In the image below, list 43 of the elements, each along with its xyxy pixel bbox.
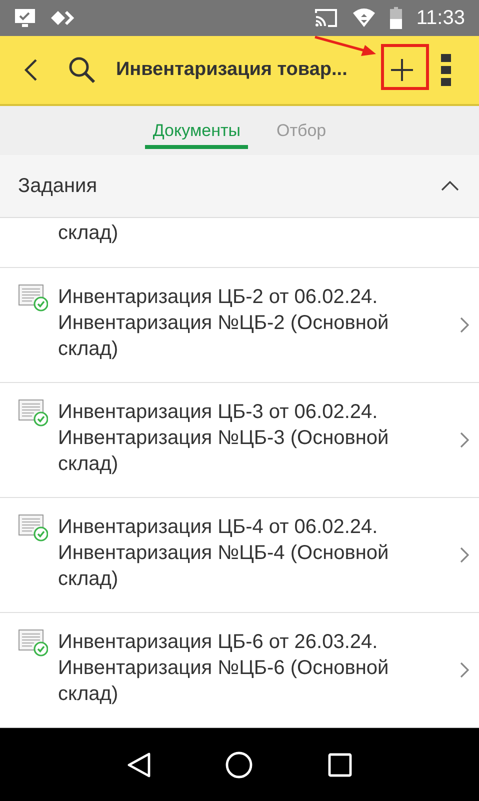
clock: 11:33 <box>416 6 465 30</box>
item-text: Инвентаризация №ЦБ-6 (Основной <box>58 656 390 681</box>
item-text: Инвентаризация ЦБ-4 от 06.02.24. <box>58 515 379 540</box>
plus-icon <box>390 58 414 82</box>
list-item[interactable]: Инвентаризация ЦБ-4 от 06.02.24. Инвентаризация №ЦБ-4 (Основной склад) <box>0 498 479 613</box>
item-text: Инвентаризация ЦБ-3 от 06.02.24. <box>58 400 379 425</box>
chevron-right-icon <box>460 432 469 448</box>
back-nav-icon[interactable] <box>127 752 152 778</box>
item-text: склад) <box>58 682 120 707</box>
wifi-icon <box>352 8 376 28</box>
chevron-up-icon <box>441 181 459 191</box>
search-icon <box>68 56 96 84</box>
screenshot-icon <box>14 8 36 28</box>
item-text: Инвентаризация №ЦБ-3 (Основной <box>58 426 390 451</box>
annotation-arrow <box>314 36 376 56</box>
chevron-left-icon <box>24 59 38 81</box>
item-text: склад) <box>58 337 120 362</box>
document-check-icon <box>18 284 48 312</box>
recents-nav-icon[interactable] <box>328 752 352 776</box>
document-check-icon <box>18 629 48 657</box>
item-text: склад) <box>58 452 120 477</box>
chevron-right-icon <box>460 547 469 563</box>
highlight-frame <box>381 44 429 90</box>
item-text: Инвентаризация №ЦБ-2 (Основной <box>58 311 390 336</box>
kebab-menu-icon <box>441 54 451 86</box>
document-check-icon <box>18 399 48 427</box>
item-text: склад) <box>58 567 120 592</box>
item-text: Инвентаризация ЦБ-6 от 26.03.24. <box>58 630 379 655</box>
window-title: Инвентаризация товар... <box>116 59 348 81</box>
item-text: склад) <box>58 221 120 246</box>
list-item[interactable]: склад) <box>0 218 479 268</box>
item-text: Инвентаризация №ЦБ-4 (Основной <box>58 541 390 566</box>
list-item[interactable]: Инвентаризация ЦБ-3 от 06.02.24. Инвентаризация №ЦБ-3 (Основной склад) <box>0 383 479 498</box>
list-item[interactable]: Инвентаризация ЦБ-2 от 06.02.24. Инвентаризация №ЦБ-2 (Основной склад) <box>0 268 479 383</box>
diamond-icon <box>50 10 76 26</box>
cast-icon <box>314 8 338 28</box>
chevron-right-icon <box>460 662 469 678</box>
chevron-right-icon <box>460 317 469 333</box>
section-title: Задания <box>18 174 98 198</box>
home-nav-icon[interactable] <box>225 750 254 778</box>
document-check-icon <box>18 514 48 542</box>
battery-icon <box>390 7 402 29</box>
item-text: Инвентаризация ЦБ-2 от 06.02.24. <box>58 285 379 310</box>
